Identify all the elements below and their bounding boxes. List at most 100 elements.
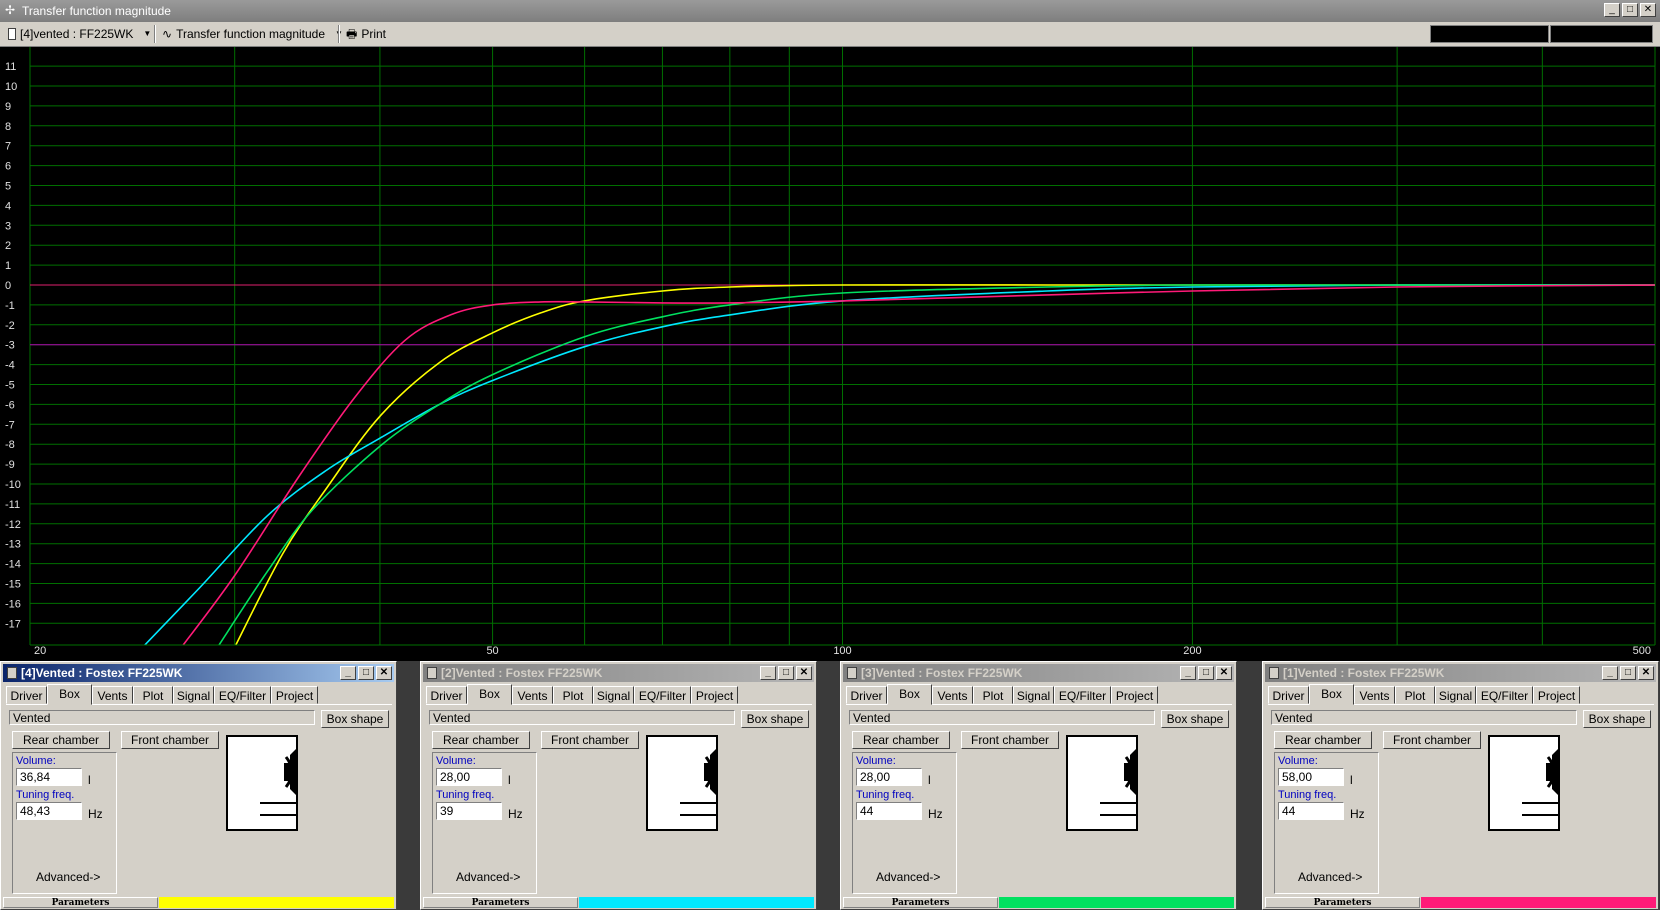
y-tick-label: -5 xyxy=(5,380,15,392)
volume-input[interactable]: 28,00 xyxy=(436,768,502,786)
rear-chamber-button[interactable]: Rear chamber xyxy=(432,731,530,749)
transfer-function-chart[interactable]: 11 10 9 8 7 6 5 4 3 2 1 0 -1 -2 -3 -4 -5 -6 -7 -8 -9 -10 -11 -1… xyxy=(0,47,1660,661)
box-shape-button[interactable]: Box shape xyxy=(1161,710,1229,728)
advanced-link[interactable]: Advanced-> xyxy=(36,870,100,884)
panel-tabs: Driver Box Vents Plot Signal EQ/Filter Project xyxy=(426,684,812,705)
chevron-down-icon: ▼ xyxy=(143,29,152,38)
tab-vents[interactable]: Vents xyxy=(512,686,553,704)
close-button[interactable]: ✕ xyxy=(376,666,392,680)
panel-title-bar[interactable]: [2]Vented : Fostex FF225WK _ □ ✕ xyxy=(423,664,814,682)
y-tick-label: 8 xyxy=(5,121,11,133)
tab-project[interactable]: Project xyxy=(691,686,738,704)
tab-plot[interactable]: Plot xyxy=(553,686,593,704)
tab-box[interactable]: Box xyxy=(47,684,92,705)
volume-input[interactable]: 58,00 xyxy=(1278,768,1344,786)
panel-title: [4]Vented : Fostex FF225WK xyxy=(21,666,183,680)
tab-vents[interactable]: Vents xyxy=(1354,686,1395,704)
enclosure-panel: [3]Vented : Fostex FF225WK _ □ ✕ Driver B… xyxy=(840,661,1237,910)
panel-icon xyxy=(1269,667,1279,679)
tab-eq-filter[interactable]: EQ/Filter xyxy=(634,686,691,704)
close-button[interactable]: ✕ xyxy=(796,666,812,680)
tuning-input[interactable]: 48,43 xyxy=(16,802,82,820)
maximize-button[interactable]: □ xyxy=(358,666,374,680)
box-type-field[interactable]: Vented xyxy=(1271,710,1577,725)
tab-eq-filter[interactable]: EQ/Filter xyxy=(1054,686,1111,704)
tab-eq-filter[interactable]: EQ/Filter xyxy=(1476,686,1533,704)
box-type-field[interactable]: Vented xyxy=(9,710,315,725)
rear-chamber-button[interactable]: Rear chamber xyxy=(852,731,950,749)
wave-icon: ∿ xyxy=(162,27,173,41)
volume-input[interactable]: 36,84 xyxy=(16,768,82,786)
box-type-field[interactable]: Vented xyxy=(849,710,1155,725)
close-button[interactable]: ✕ xyxy=(1640,3,1656,17)
x-tick-label: 500 xyxy=(1633,645,1651,657)
tab-driver[interactable]: Driver xyxy=(846,686,887,704)
tab-plot[interactable]: Plot xyxy=(133,686,173,704)
panel-title-bar[interactable]: [3]Vented : Fostex FF225WK _ □ ✕ xyxy=(843,664,1234,682)
tab-driver[interactable]: Driver xyxy=(426,686,467,704)
advanced-link[interactable]: Advanced-> xyxy=(456,870,520,884)
box-shape-button[interactable]: Box shape xyxy=(1583,710,1651,728)
tab-signal[interactable]: Signal xyxy=(173,686,214,704)
maximize-button[interactable]: □ xyxy=(1622,3,1638,17)
panel-icon xyxy=(7,667,17,679)
tuning-label: Tuning freq. xyxy=(856,789,915,801)
tab-plot[interactable]: Plot xyxy=(973,686,1013,704)
tab-project[interactable]: Project xyxy=(1533,686,1580,704)
y-tick-label: -17 xyxy=(5,618,21,630)
front-chamber-button[interactable]: Front chamber xyxy=(121,731,219,749)
tab-driver[interactable]: Driver xyxy=(6,686,47,704)
tab-vents[interactable]: Vents xyxy=(92,686,133,704)
tab-project[interactable]: Project xyxy=(271,686,318,704)
panel-title-bar[interactable]: [4]Vented : Fostex FF225WK _ □ ✕ xyxy=(3,664,394,682)
rear-chamber-button[interactable]: Rear chamber xyxy=(12,731,110,749)
advanced-link[interactable]: Advanced-> xyxy=(1298,870,1362,884)
panel-title-bar[interactable]: [1]Vented : Fostex FF225WK _ □ ✕ xyxy=(1265,664,1656,682)
tab-box[interactable]: Box xyxy=(1309,684,1354,705)
window-title: Transfer function magnitude xyxy=(22,4,171,18)
project-select[interactable]: [4]vented : FF225WK ▼ xyxy=(8,26,151,42)
volume-input[interactable]: 28,00 xyxy=(856,768,922,786)
advanced-link[interactable]: Advanced-> xyxy=(876,870,940,884)
window-title-bar[interactable]: ✢ Transfer function magnitude _ □ ✕ xyxy=(0,0,1660,22)
rear-chamber-button[interactable]: Rear chamber xyxy=(1274,731,1372,749)
tuning-input[interactable]: 44 xyxy=(856,802,922,820)
box-type-field[interactable]: Vented xyxy=(429,710,735,725)
tuning-input[interactable]: 39 xyxy=(436,802,502,820)
tab-plot[interactable]: Plot xyxy=(1395,686,1435,704)
tab-eq-filter[interactable]: EQ/Filter xyxy=(214,686,271,704)
box-shape-button[interactable]: Box shape xyxy=(321,710,389,728)
maximize-button[interactable]: □ xyxy=(778,666,794,680)
tuning-input[interactable]: 44 xyxy=(1278,802,1344,820)
tab-box[interactable]: Box xyxy=(467,684,512,705)
front-chamber-button[interactable]: Front chamber xyxy=(961,731,1059,749)
maximize-button[interactable]: □ xyxy=(1198,666,1214,680)
chart-toolbar: [4]vented : FF225WK ▼ ∿ Transfer functio… xyxy=(0,22,1660,47)
y-tick-label: -3 xyxy=(5,340,15,352)
front-chamber-button[interactable]: Front chamber xyxy=(1383,731,1481,749)
tab-signal[interactable]: Signal xyxy=(1435,686,1476,704)
minimize-button[interactable]: _ xyxy=(1604,3,1620,17)
tab-signal[interactable]: Signal xyxy=(593,686,634,704)
front-chamber-button[interactable]: Front chamber xyxy=(541,731,639,749)
minimize-button[interactable]: _ xyxy=(340,666,356,680)
y-tick-label: -9 xyxy=(5,459,15,471)
y-tick-label: -8 xyxy=(5,439,15,451)
box-shape-button[interactable]: Box shape xyxy=(741,710,809,728)
volume-unit: l xyxy=(928,773,931,787)
printer-icon: 🖶 xyxy=(346,27,358,41)
close-button[interactable]: ✕ xyxy=(1216,666,1232,680)
minimize-button[interactable]: _ xyxy=(1180,666,1196,680)
tab-box[interactable]: Box xyxy=(887,684,932,705)
tab-project[interactable]: Project xyxy=(1111,686,1158,704)
tab-signal[interactable]: Signal xyxy=(1013,686,1054,704)
maximize-button[interactable]: □ xyxy=(1620,666,1636,680)
close-button[interactable]: ✕ xyxy=(1638,666,1654,680)
print-button[interactable]: 🖶 Print xyxy=(346,26,386,42)
tab-vents[interactable]: Vents xyxy=(932,686,973,704)
view-select[interactable]: ∿ Transfer function magnitude ▼ xyxy=(162,26,343,42)
volume-label: Volume: xyxy=(856,755,896,767)
tab-driver[interactable]: Driver xyxy=(1268,686,1309,704)
minimize-button[interactable]: _ xyxy=(1602,666,1618,680)
minimize-button[interactable]: _ xyxy=(760,666,776,680)
